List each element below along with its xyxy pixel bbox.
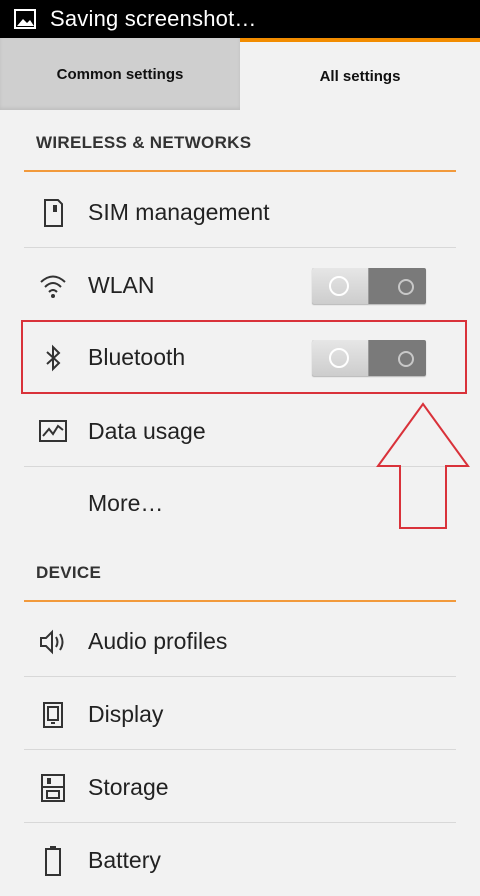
highlight-box (21, 320, 467, 394)
settings-item-label: Display (88, 701, 164, 727)
settings-item-wlan[interactable]: WLAN (24, 249, 456, 321)
settings-item-label: Data usage (88, 418, 206, 444)
toggle-off-indicator (398, 279, 414, 295)
settings-item-label: Battery (88, 847, 161, 873)
tab-all-settings[interactable]: All settings (240, 38, 480, 110)
row-divider (24, 749, 456, 750)
settings-item-label: More… (88, 490, 164, 516)
tab-common-settings[interactable]: Common settings (0, 38, 241, 110)
settings-item-sim[interactable]: SIM management (24, 176, 456, 248)
settings-item-label: Audio profiles (88, 628, 228, 654)
storage-icon (41, 774, 65, 802)
section-divider (24, 170, 456, 172)
up-arrow-annotation (376, 402, 470, 529)
settings-item-label: WLAN (88, 272, 155, 298)
display-icon (43, 702, 63, 728)
chart-icon (39, 420, 67, 442)
row-divider (24, 247, 456, 248)
row-divider (24, 822, 456, 823)
settings-item-audio-profiles[interactable]: Audio profiles (24, 605, 456, 677)
settings-tabs: Common settings All settings (0, 38, 480, 110)
sim-card-icon (44, 199, 63, 227)
status-bar: Saving screenshot… (0, 0, 480, 38)
wifi-icon (40, 275, 66, 298)
speaker-icon (40, 629, 64, 655)
settings-item-label: Storage (88, 774, 169, 800)
image-icon (14, 9, 36, 29)
section-header-wireless: WIRELESS & NETWORKS (36, 133, 252, 152)
section-divider (24, 600, 456, 602)
toggle-knob (312, 268, 369, 304)
settings-item-label: SIM management (88, 199, 270, 225)
row-divider (24, 676, 456, 677)
settings-item-storage[interactable]: Storage (24, 751, 456, 823)
settings-item-battery[interactable]: Battery (24, 824, 456, 896)
section-header-device: DEVICE (36, 563, 102, 582)
status-text: Saving screenshot… (50, 6, 257, 31)
wlan-toggle[interactable] (312, 268, 426, 304)
battery-icon (45, 846, 61, 876)
settings-item-display[interactable]: Display (24, 678, 456, 750)
